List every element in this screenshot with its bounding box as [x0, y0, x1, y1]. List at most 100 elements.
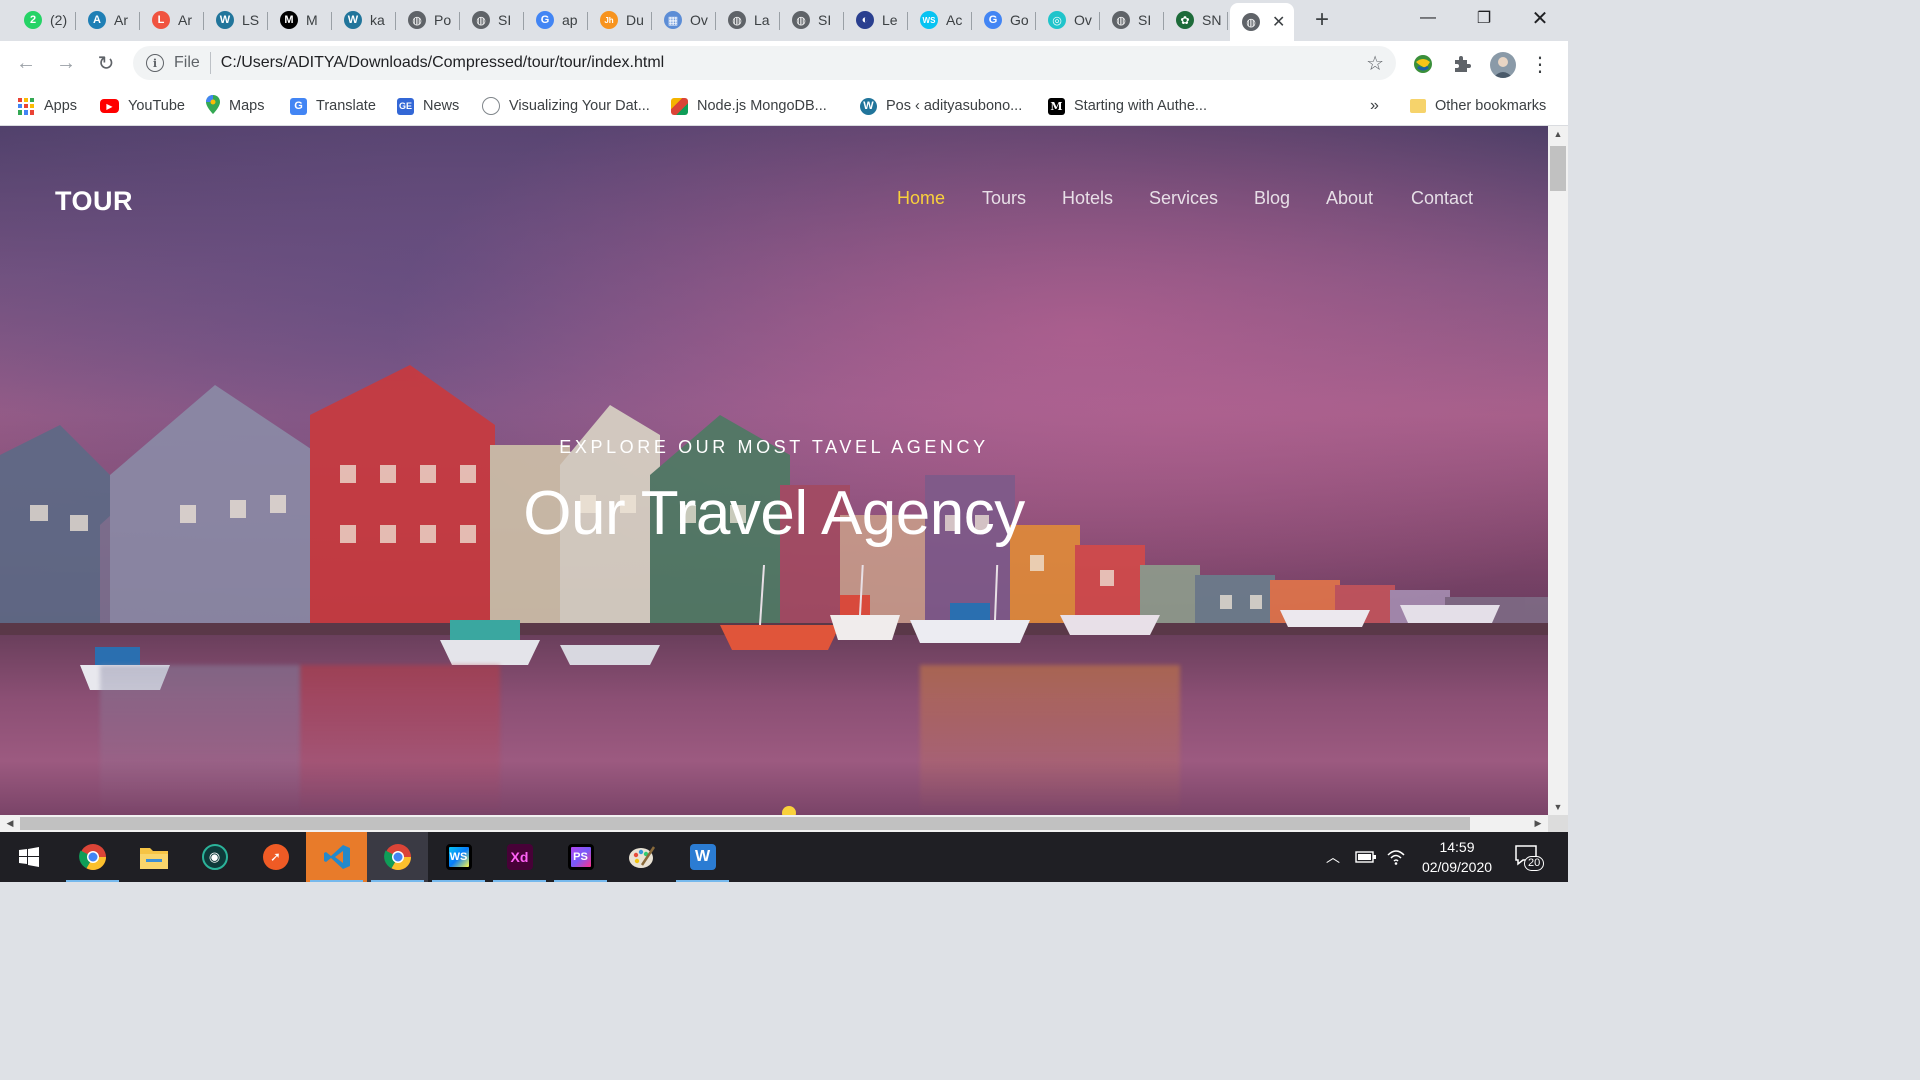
bookmark-maps[interactable]: Maps: [206, 94, 264, 118]
vertical-scrollbar[interactable]: ▲ ▼: [1548, 126, 1568, 815]
forward-button[interactable]: →: [46, 44, 86, 84]
bookmark-visualizing[interactable]: Visualizing Your Dat...: [482, 94, 650, 118]
reload-button[interactable]: ↻: [86, 44, 126, 84]
close-tab-icon[interactable]: ✕: [1272, 12, 1285, 32]
other-bookmarks[interactable]: Other bookmarks: [1410, 94, 1546, 118]
colorful-icon: [671, 97, 688, 115]
browser-tab[interactable]: ▦ Ov: [652, 3, 716, 37]
more-bookmarks-button[interactable]: »: [1370, 94, 1379, 118]
site-logo[interactable]: TOUR: [55, 186, 133, 217]
battery-icon[interactable]: [1355, 832, 1377, 882]
scrollbar-corner: [1548, 815, 1568, 832]
browser-tab[interactable]: ✿ SN: [1164, 3, 1228, 37]
globe-icon: ◍: [472, 11, 490, 29]
scroll-down-arrow-icon[interactable]: ▼: [1548, 799, 1568, 815]
minimize-button[interactable]: —: [1400, 0, 1456, 36]
scroll-right-arrow-icon[interactable]: ▶: [1530, 815, 1546, 832]
taskbar-phpstorm[interactable]: PS: [550, 832, 611, 882]
tab-strip: 2 (2) A Ar L Ar W LS M M Wka ◍ Po ◍ SI Gap Jh Du ▦ Ov ◍ La ◍ SI…: [0, 0, 1568, 41]
back-button[interactable]: ←: [6, 44, 46, 84]
browser-tab[interactable]: ◍ Po: [396, 3, 460, 37]
browser-tab[interactable]: Jh Du: [588, 3, 652, 37]
tab-title: La: [754, 12, 770, 28]
browser-tab[interactable]: ◍ SI: [1100, 3, 1164, 37]
tab-title: Ar: [114, 12, 128, 28]
start-button[interactable]: [0, 832, 58, 882]
bookmark-translate[interactable]: G Translate: [290, 94, 376, 118]
chrome-icon: [78, 844, 106, 871]
browser-tab[interactable]: W LS: [204, 3, 268, 37]
taskbar-vscode[interactable]: [306, 832, 367, 882]
browser-tab[interactable]: ◎ Ov: [1036, 3, 1100, 37]
translate-icon: G: [290, 97, 307, 115]
browser-tab[interactable]: ◐ Le: [844, 3, 908, 37]
nav-hotels[interactable]: Hotels: [1062, 188, 1113, 209]
tab-title: SI: [818, 12, 832, 28]
globe-icon: [482, 97, 500, 115]
address-bar[interactable]: i File C:/Users/ADITYA/Downloads/Compres…: [133, 46, 1396, 80]
menu-kebab-icon[interactable]: ⋮: [1528, 52, 1552, 76]
bookmark-wordpress[interactable]: W Pos ‹ adityasubono...: [860, 94, 1022, 118]
taskbar-word[interactable]: W: [672, 832, 733, 882]
notification-center-button[interactable]: 20: [1514, 844, 1545, 871]
restore-button[interactable]: ❐: [1456, 0, 1512, 36]
bookmark-youtube[interactable]: ▶ YouTube: [100, 94, 185, 118]
nav-services[interactable]: Services: [1149, 188, 1218, 209]
wifi-icon[interactable]: [1386, 832, 1406, 882]
tab-title: M: [306, 12, 318, 28]
bookmark-apps[interactable]: Apps: [18, 94, 77, 118]
browser-tab[interactable]: ◍ SI: [460, 3, 524, 37]
browser-tab[interactable]: ◍ SI: [780, 3, 844, 37]
browser-tab[interactable]: ◍ La: [716, 3, 780, 37]
close-window-button[interactable]: ✕: [1512, 0, 1568, 36]
horizontal-scrollbar[interactable]: ◀ ▶: [0, 815, 1548, 832]
browser-tab[interactable]: A Ar: [76, 3, 140, 37]
medium-icon: M: [280, 11, 298, 29]
bookmark-label: Pos ‹ adityasubono...: [886, 98, 1023, 114]
bookmark-star-icon[interactable]: ☆: [1366, 51, 1384, 76]
taskbar-postman[interactable]: ➚: [245, 832, 306, 882]
folder-icon: [1410, 99, 1426, 113]
bookmark-news[interactable]: GE News: [397, 94, 459, 118]
tray-chevron-icon[interactable]: ︿: [1326, 832, 1340, 882]
browser-tab[interactable]: G Go: [972, 3, 1036, 37]
url-text[interactable]: C:/Users/ADITYA/Downloads/Compressed/tou…: [221, 54, 664, 72]
profile-avatar[interactable]: [1490, 52, 1516, 78]
bookmark-medium[interactable]: M Starting with Authe...: [1048, 94, 1207, 118]
scroll-thumb[interactable]: [1550, 146, 1566, 191]
tab-title: SN: [1202, 12, 1222, 28]
taskbar-adobe-xd[interactable]: Xd: [489, 832, 550, 882]
taskbar-gitkraken[interactable]: ◉: [184, 832, 245, 882]
nav-home[interactable]: Home: [897, 188, 945, 209]
bookmark-nodejs[interactable]: Node.js MongoDB...: [671, 94, 827, 118]
info-icon[interactable]: i: [146, 54, 164, 72]
new-tab-button[interactable]: +: [1302, 3, 1342, 37]
scroll-thumb[interactable]: [20, 817, 1470, 830]
nav-tours[interactable]: Tours: [982, 188, 1026, 209]
taskbar-paint[interactable]: [611, 832, 672, 882]
taskbar-file-explorer[interactable]: [123, 832, 184, 882]
extensions-puzzle-icon[interactable]: [1450, 52, 1474, 76]
active-tab[interactable]: ◍ ✕: [1230, 3, 1294, 41]
browser-tab[interactable]: MM: [268, 3, 332, 37]
divider: [209, 52, 211, 74]
carousel-dot[interactable]: [782, 806, 796, 815]
browser-tab[interactable]: Wka: [332, 3, 396, 37]
browser-tab[interactable]: L Ar: [140, 3, 204, 37]
nav-blog[interactable]: Blog: [1254, 188, 1290, 209]
browser-tab[interactable]: 2 (2): [12, 3, 76, 37]
nav-about[interactable]: About: [1326, 188, 1373, 209]
taskbar-chrome-active[interactable]: [367, 832, 428, 882]
web-page: TOUR Home Tours Hotels Services Blog Abo…: [0, 126, 1548, 815]
scroll-left-arrow-icon[interactable]: ◀: [2, 815, 18, 832]
phpstorm-icon: PS: [567, 844, 594, 870]
system-clock[interactable]: 14:59 02/09/2020: [1412, 837, 1502, 877]
nav-contact[interactable]: Contact: [1411, 188, 1473, 209]
scroll-up-arrow-icon[interactable]: ▲: [1548, 126, 1568, 142]
browser-tab[interactable]: WS Ac: [908, 3, 972, 37]
taskbar-webstorm[interactable]: WS: [428, 832, 489, 882]
browser-tab[interactable]: Gap: [524, 3, 588, 37]
taskbar-chrome[interactable]: [62, 832, 123, 882]
extension-globe-icon[interactable]: [1411, 52, 1435, 76]
chrome-active-icon: [383, 844, 411, 871]
